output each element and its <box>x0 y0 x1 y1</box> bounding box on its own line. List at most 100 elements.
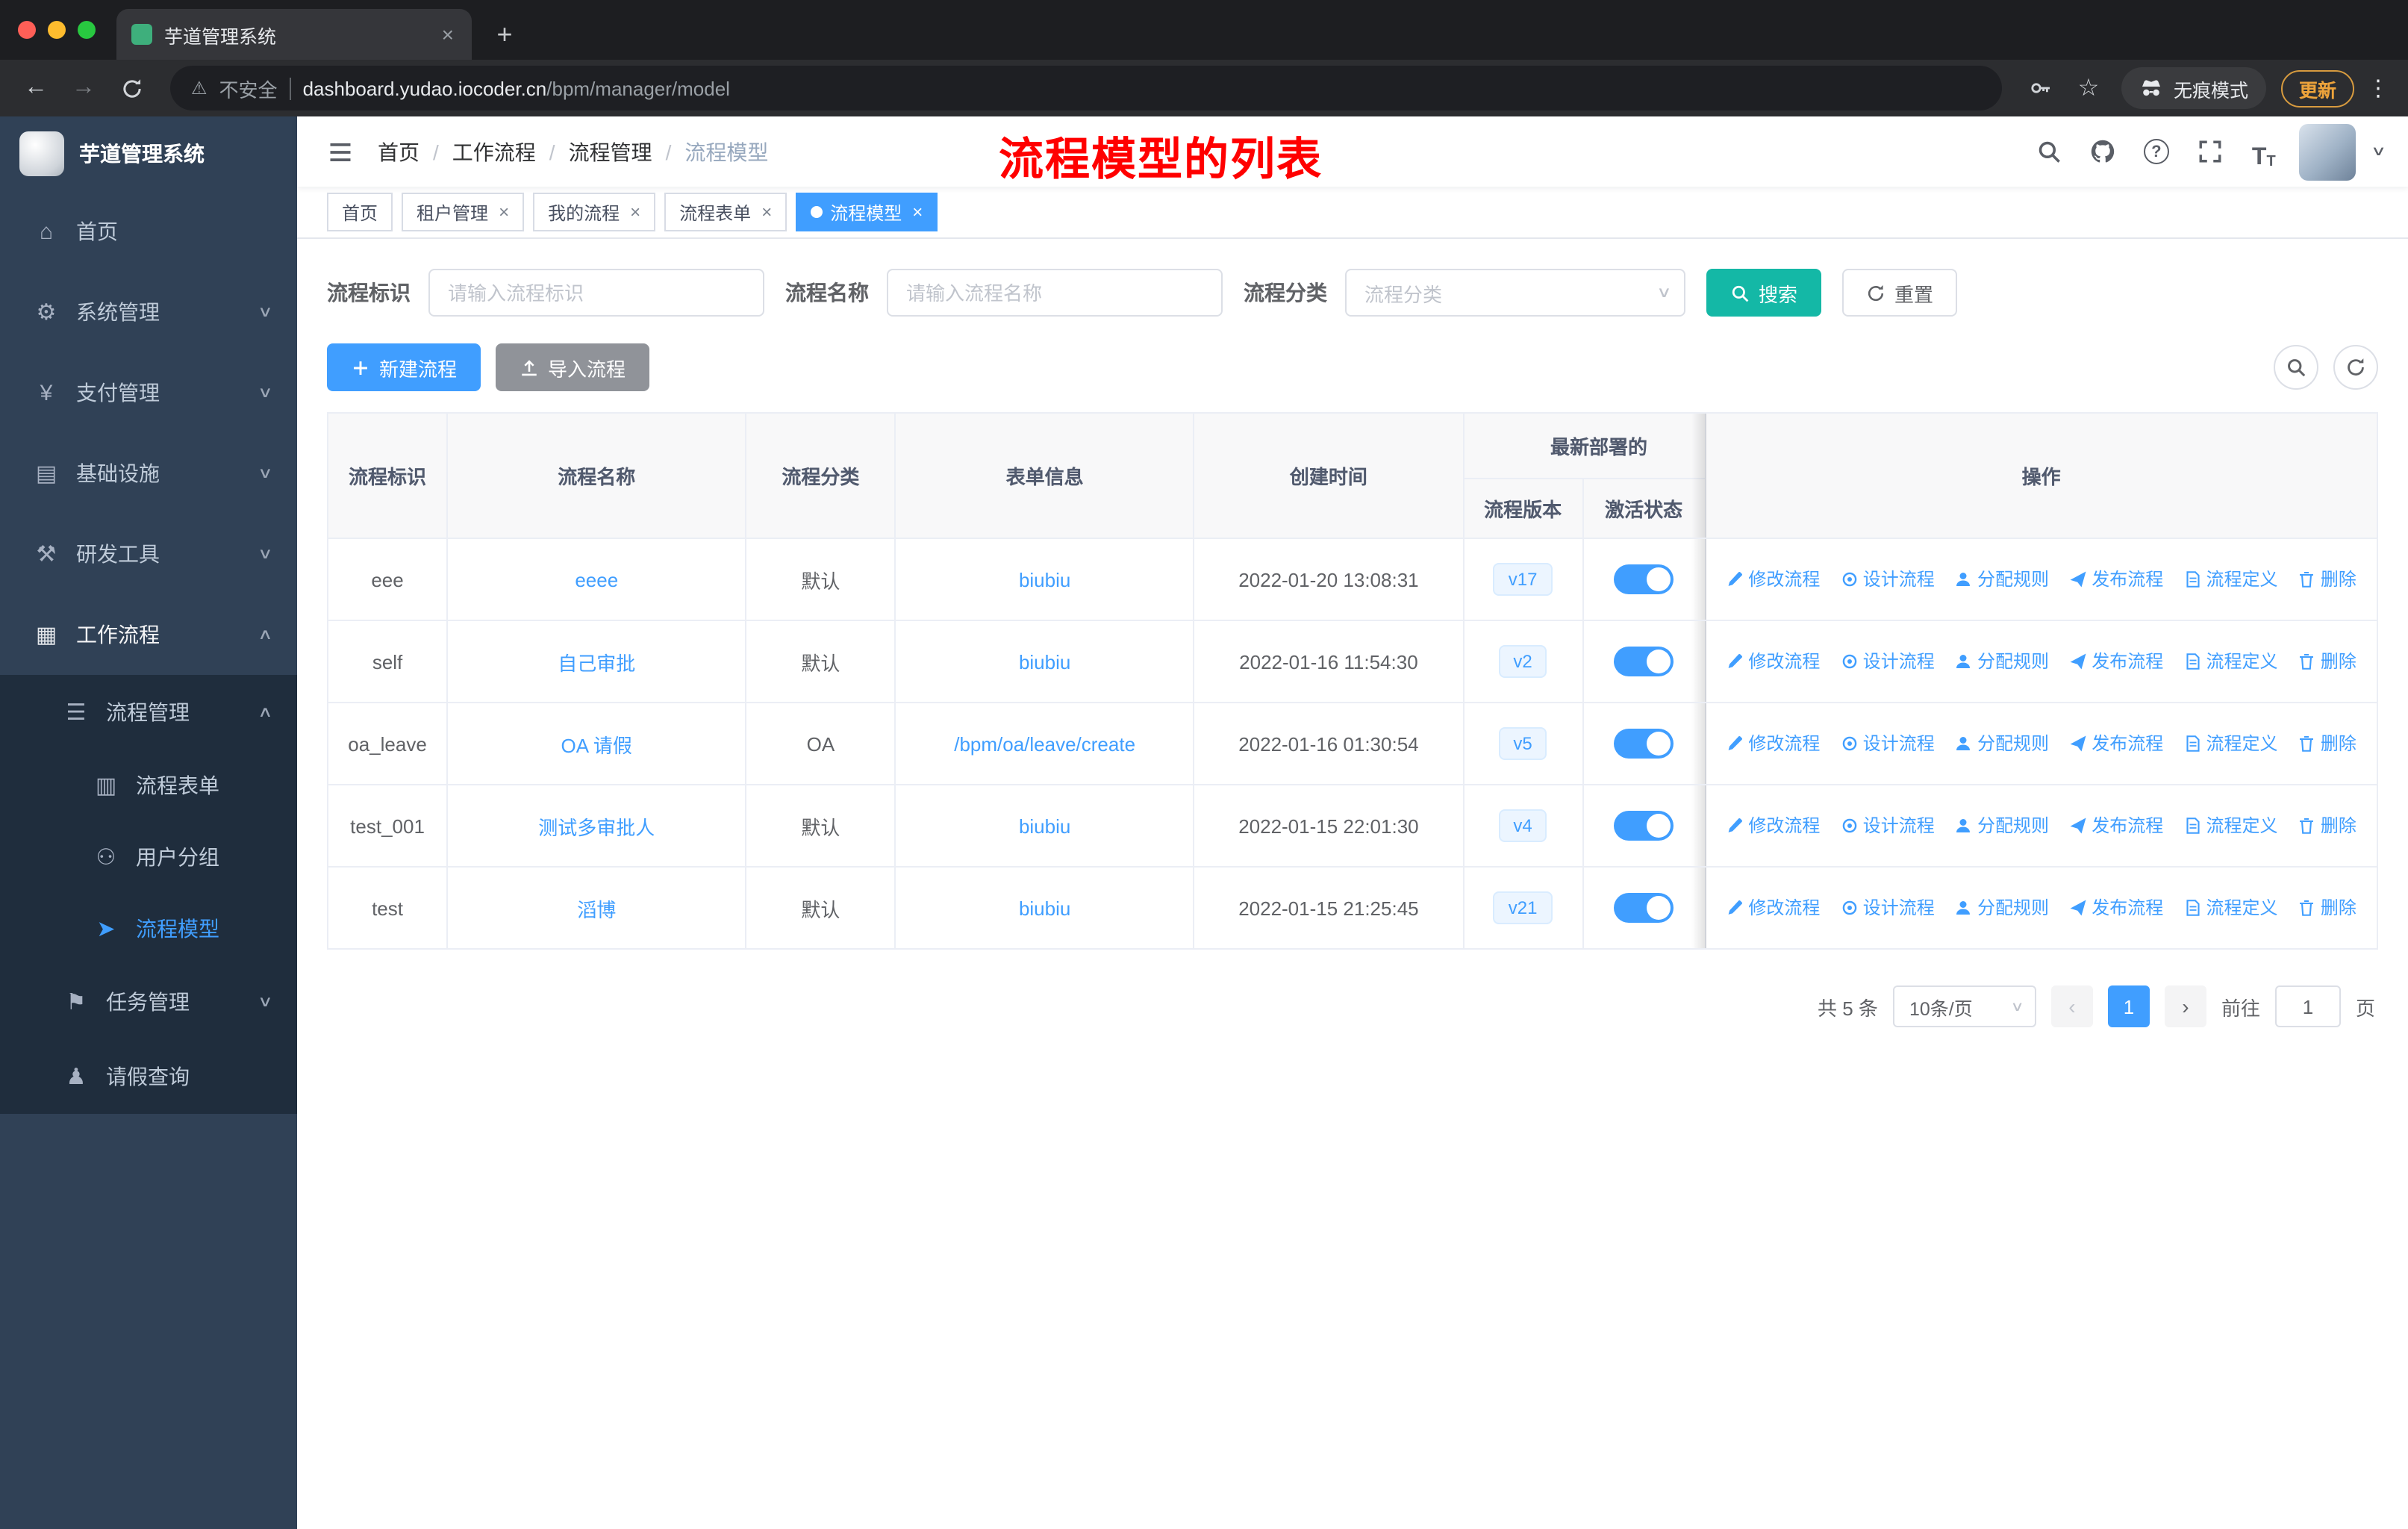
active-toggle[interactable] <box>1614 811 1674 841</box>
browser-menu-icon[interactable]: ⋮ <box>2363 75 2393 102</box>
github-icon[interactable] <box>2085 134 2121 169</box>
security-label[interactable]: 不安全 <box>219 74 278 102</box>
form-link[interactable]: biubiu <box>1019 568 1070 591</box>
breadcrumb-home[interactable]: 首页 <box>378 137 419 166</box>
password-key-icon[interactable] <box>2020 67 2062 109</box>
version-badge[interactable]: v17 <box>1493 563 1553 596</box>
tag-process-model[interactable]: 流程模型 × <box>796 193 938 231</box>
minimize-window-button[interactable] <box>48 21 66 39</box>
sidebar-item-system[interactable]: ⚙ 系统管理 ∨ <box>0 272 297 352</box>
close-window-button[interactable] <box>18 21 36 39</box>
sidebar-item-process-management[interactable]: ☰ 流程管理 ∧ <box>0 675 297 750</box>
sidebar-item-process-form[interactable]: ▥ 流程表单 <box>0 750 297 821</box>
model-name-link[interactable]: eeee <box>575 568 618 591</box>
action-delete[interactable]: 删除 <box>2298 649 2356 674</box>
tag-home[interactable]: 首页 <box>327 193 393 231</box>
action-publish[interactable]: 发布流程 <box>2069 731 2163 756</box>
sidebar-item-task-management[interactable]: ⚑ 任务管理 ∨ <box>0 965 297 1039</box>
close-icon[interactable]: × <box>499 202 509 222</box>
fullscreen-icon[interactable] <box>2192 134 2228 169</box>
help-icon[interactable]: ? <box>2139 134 2174 169</box>
action-assign-rule[interactable]: 分配规则 <box>1955 813 2049 838</box>
action-publish[interactable]: 发布流程 <box>2069 649 2163 674</box>
sidebar-item-user-group[interactable]: ⚇ 用户分组 <box>0 821 297 893</box>
refresh-table-button[interactable] <box>2333 345 2378 390</box>
sidebar-item-home[interactable]: ⌂ 首页 <box>0 191 297 272</box>
import-process-button[interactable]: 导入流程 <box>496 343 650 391</box>
prev-page-button[interactable]: ‹ <box>2050 985 2093 1027</box>
form-link[interactable]: biubiu <box>1019 650 1070 673</box>
sidebar-item-dev-tools[interactable]: ⚒ 研发工具 ∨ <box>0 514 297 594</box>
action-definition[interactable]: 流程定义 <box>2184 895 2278 921</box>
toggle-search-button[interactable] <box>2274 345 2318 390</box>
version-badge[interactable]: v4 <box>1498 809 1547 842</box>
close-icon[interactable]: × <box>761 202 772 222</box>
sidebar-item-process-model[interactable]: ➤ 流程模型 <box>0 893 297 965</box>
reload-icon[interactable] <box>110 67 152 109</box>
breadcrumb-process-management[interactable]: 流程管理 <box>569 137 652 166</box>
action-delete[interactable]: 删除 <box>2298 567 2356 592</box>
sidebar-item-infrastructure[interactable]: ▤ 基础设施 ∨ <box>0 433 297 514</box>
sidebar-toggle-icon[interactable] <box>321 132 360 171</box>
browser-update-button[interactable]: 更新 <box>2280 69 2354 107</box>
category-select[interactable]: 流程分类 ∨ <box>1345 269 1685 317</box>
tag-tenant[interactable]: 租户管理 × <box>402 193 525 231</box>
model-name-link[interactable]: 滔博 <box>577 898 616 921</box>
user-avatar[interactable] <box>2299 123 2356 180</box>
action-assign-rule[interactable]: 分配规则 <box>1955 731 2049 756</box>
action-design[interactable]: 设计流程 <box>1841 813 1935 838</box>
create-process-button[interactable]: 新建流程 <box>327 343 481 391</box>
back-icon[interactable]: ← <box>15 67 57 109</box>
active-toggle[interactable] <box>1614 564 1674 594</box>
process-key-input[interactable] <box>428 269 764 317</box>
model-name-link[interactable]: OA 请假 <box>561 734 632 756</box>
action-definition[interactable]: 流程定义 <box>2184 731 2278 756</box>
action-design[interactable]: 设计流程 <box>1841 567 1935 592</box>
zoom-window-button[interactable] <box>78 21 96 39</box>
action-definition[interactable]: 流程定义 <box>2184 649 2278 674</box>
active-toggle[interactable] <box>1614 647 1674 676</box>
action-publish[interactable]: 发布流程 <box>2069 813 2163 838</box>
action-edit[interactable]: 修改流程 <box>1726 731 1820 756</box>
new-tab-button[interactable]: + <box>484 13 525 55</box>
action-design[interactable]: 设计流程 <box>1841 895 1935 921</box>
action-assign-rule[interactable]: 分配规则 <box>1955 649 2049 674</box>
action-definition[interactable]: 流程定义 <box>2184 813 2278 838</box>
browser-tab[interactable]: 芋道管理系统 × <box>116 9 472 60</box>
tag-my-process[interactable]: 我的流程 × <box>533 193 656 231</box>
action-assign-rule[interactable]: 分配规则 <box>1955 567 2049 592</box>
active-toggle[interactable] <box>1614 893 1674 923</box>
search-button[interactable]: 搜索 <box>1706 269 1822 317</box>
action-design[interactable]: 设计流程 <box>1841 731 1935 756</box>
model-name-link[interactable]: 测试多审批人 <box>538 816 655 838</box>
sidebar-item-workflow[interactable]: ▦ 工作流程 ∧ <box>0 594 297 675</box>
action-edit[interactable]: 修改流程 <box>1726 813 1820 838</box>
action-assign-rule[interactable]: 分配规则 <box>1955 895 2049 921</box>
search-icon[interactable] <box>2031 134 2067 169</box>
page-number-1[interactable]: 1 <box>2107 985 2150 1027</box>
address-bar[interactable]: ⚠ 不安全 dashboard.yudao.iocoder.cn/bpm/man… <box>170 66 2002 110</box>
action-publish[interactable]: 发布流程 <box>2069 895 2163 921</box>
action-edit[interactable]: 修改流程 <box>1726 895 1820 921</box>
bookmark-star-icon[interactable]: ☆ <box>2068 67 2109 109</box>
version-badge[interactable]: v21 <box>1493 891 1553 924</box>
version-badge[interactable]: v5 <box>1498 727 1547 760</box>
form-link[interactable]: biubiu <box>1019 897 1070 919</box>
action-definition[interactable]: 流程定义 <box>2184 567 2278 592</box>
action-design[interactable]: 设计流程 <box>1841 649 1935 674</box>
forward-icon[interactable]: → <box>63 67 105 109</box>
sidebar-item-leave-query[interactable]: ♟ 请假查询 <box>0 1039 297 1114</box>
form-link[interactable]: /bpm/oa/leave/create <box>954 732 1135 755</box>
goto-page-input[interactable] <box>2274 985 2341 1027</box>
form-link[interactable]: biubiu <box>1019 815 1070 837</box>
tab-close-icon[interactable]: × <box>439 22 457 46</box>
active-toggle[interactable] <box>1614 729 1674 759</box>
action-edit[interactable]: 修改流程 <box>1726 567 1820 592</box>
sidebar-item-payment[interactable]: ¥ 支付管理 ∨ <box>0 352 297 433</box>
close-icon[interactable]: × <box>630 202 640 222</box>
page-size-select[interactable]: 10条/页 ∨ <box>1892 985 2036 1027</box>
breadcrumb-workflow[interactable]: 工作流程 <box>452 137 536 166</box>
version-badge[interactable]: v2 <box>1498 645 1547 678</box>
font-size-icon[interactable]: TT <box>2246 134 2282 169</box>
action-delete[interactable]: 删除 <box>2298 813 2356 838</box>
